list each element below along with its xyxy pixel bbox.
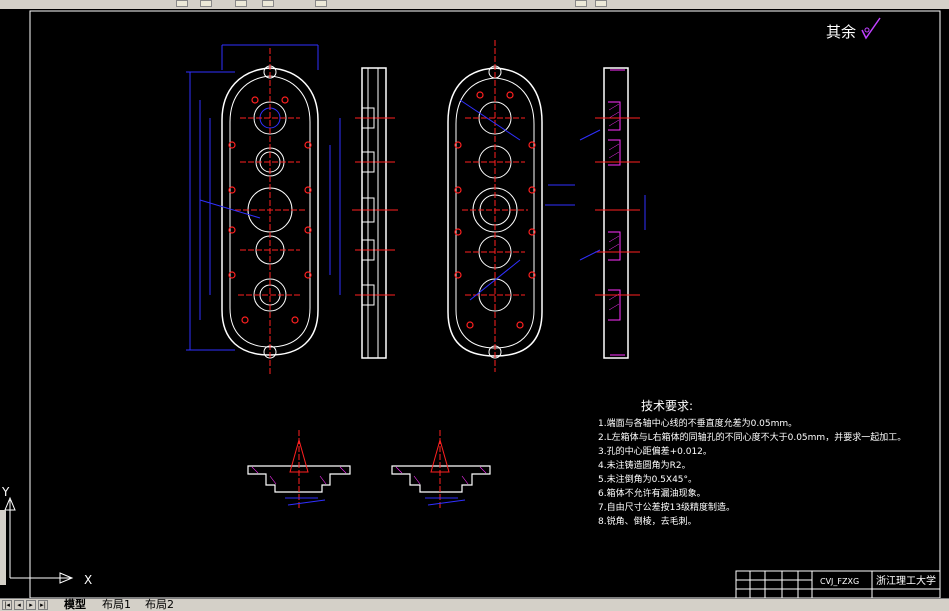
drawing-code: CVJ_FZXG bbox=[820, 577, 859, 586]
requirements-title: 技术要求: bbox=[641, 399, 693, 413]
requirement-3: 3.孔的中心距偏差+0.012。 bbox=[598, 445, 712, 457]
prev-tab-icon[interactable]: ◂ bbox=[14, 600, 24, 610]
requirement-6: 6.箱体不允许有漏油现象。 bbox=[598, 487, 706, 499]
front-view-left bbox=[186, 44, 341, 375]
color-icon[interactable] bbox=[200, 0, 212, 7]
side-scrollbar[interactable] bbox=[0, 510, 6, 585]
last-tab-icon[interactable]: ▸| bbox=[38, 600, 48, 610]
roughness-check-icon bbox=[861, 17, 881, 40]
requirement-2: 2.L左箱体与L右箱体的同轴孔的不同心度不大于0.05mm，并要求一起加工。 bbox=[598, 431, 906, 443]
tab-model[interactable]: 模型 bbox=[64, 599, 86, 611]
layout-tab-bar: |◂ ◂ ▸ ▸| 模型 布局1 布局2 bbox=[0, 598, 949, 611]
tab-layout1[interactable]: 布局1 bbox=[102, 599, 131, 611]
requirement-4: 4.未注铸造圆角为R2。 bbox=[598, 459, 691, 471]
linetype-icon[interactable] bbox=[235, 0, 247, 7]
scroll-down-icon[interactable] bbox=[595, 0, 607, 7]
roughness-label: 其余 bbox=[826, 23, 856, 41]
side-view-right bbox=[579, 67, 646, 359]
top-toolbar bbox=[0, 0, 949, 9]
section-view-a bbox=[247, 430, 351, 510]
requirements-list: 1.端面与各轴中心线的不垂直度允差为0.05mm。 2.L左箱体与L右箱体的同轴… bbox=[598, 417, 906, 527]
requirement-8: 8.锐角、倒棱，去毛刺。 bbox=[598, 515, 697, 527]
side-view-left bbox=[352, 67, 398, 359]
ucs-y-label: Y bbox=[1, 485, 10, 499]
drawing-canvas[interactable]: 其余 技术要求: 1.端面与各轴中心线的不垂直度允差为0.05mm。 2.L左箱… bbox=[0, 9, 949, 598]
tab-layout2[interactable]: 布局2 bbox=[145, 599, 174, 611]
requirement-1: 1.端面与各轴中心线的不垂直度允差为0.05mm。 bbox=[598, 417, 797, 429]
requirement-7: 7.自由尺寸公差按13级精度制造。 bbox=[598, 501, 735, 513]
first-tab-icon[interactable]: |◂ bbox=[2, 600, 12, 610]
requirement-5: 5.未注倒角为0.5X45°。 bbox=[598, 473, 697, 485]
layer-icon[interactable] bbox=[176, 0, 188, 7]
school-name: 浙江理工大学 bbox=[876, 574, 936, 587]
plot-icon[interactable] bbox=[315, 0, 327, 7]
drawing-svg: 其余 技术要求: 1.端面与各轴中心线的不垂直度允差为0.05mm。 2.L左箱… bbox=[0, 10, 941, 598]
next-tab-icon[interactable]: ▸ bbox=[26, 600, 36, 610]
sheet-border bbox=[29, 10, 941, 598]
lineweight-icon[interactable] bbox=[262, 0, 274, 7]
scroll-up-icon[interactable] bbox=[575, 0, 587, 7]
section-view-b bbox=[391, 430, 491, 510]
ucs-icon bbox=[4, 496, 74, 584]
ucs-x-label: X bbox=[84, 573, 92, 587]
front-view-right bbox=[447, 40, 575, 372]
